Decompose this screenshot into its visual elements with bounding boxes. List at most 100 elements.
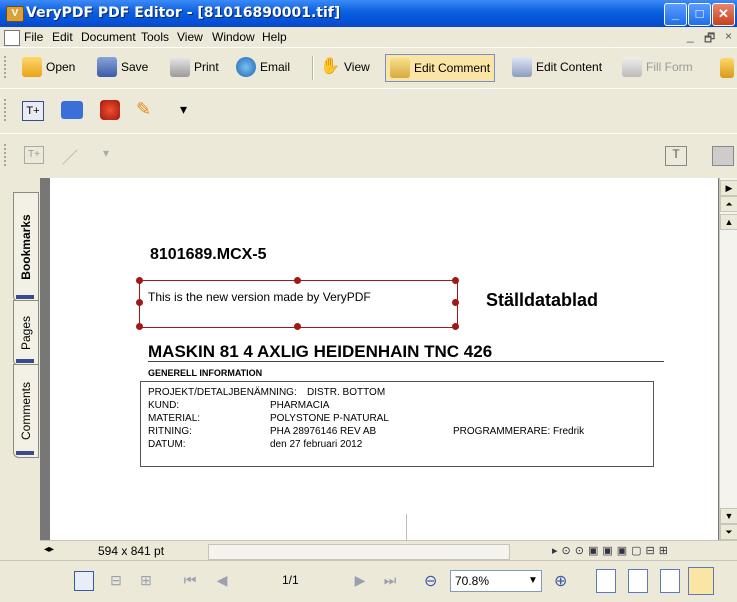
- pencil-icon[interactable]: ✎: [136, 99, 160, 121]
- scroll-down-button[interactable]: ▼: [720, 508, 737, 524]
- text-box-icon[interactable]: T+: [22, 101, 44, 121]
- row-value: PHARMACIA: [270, 400, 330, 411]
- cursor-edit-icon: [512, 57, 532, 77]
- text-field-icon[interactable]: T+: [24, 146, 44, 164]
- fit-page-icon[interactable]: [628, 569, 648, 593]
- mdi-minimize-button[interactable]: _: [687, 29, 694, 43]
- resize-arrows-icon[interactable]: ◂▸: [44, 544, 54, 555]
- chevron-down-icon[interactable]: ▼: [525, 571, 541, 591]
- tab-pages-label: Pages: [19, 315, 33, 351]
- menu-bar: File Edit Document Tools View Window Hel…: [0, 27, 737, 47]
- machine-title: MASKIN 81 4 AXLIG HEIDENHAIN TNC 426: [148, 342, 493, 361]
- resize-handle[interactable]: [294, 277, 301, 284]
- comment-edit-icon: [390, 58, 410, 78]
- menu-tools[interactable]: Tools: [141, 30, 169, 44]
- fit-visible-icon[interactable]: [688, 567, 714, 595]
- view-mode-icons[interactable]: ▸⊙⊙▣▣▣▢⊟⊞: [552, 544, 672, 557]
- resize-handle[interactable]: [452, 323, 459, 330]
- last-page-button[interactable]: ⏭: [380, 570, 400, 590]
- first-page-button[interactable]: ⏮: [180, 570, 200, 590]
- line-tool-icon[interactable]: ／: [62, 144, 78, 168]
- toolbar-grip[interactable]: [4, 144, 9, 166]
- resize-handle[interactable]: [136, 323, 143, 330]
- continuous-page-icon[interactable]: ⊟: [106, 570, 126, 590]
- snapshot-icon[interactable]: [712, 146, 734, 166]
- single-page-icon[interactable]: [74, 571, 94, 591]
- zoom-in-button[interactable]: ⊕: [554, 571, 567, 591]
- page-size-readout: 594 x 841 pt: [98, 544, 165, 558]
- mdi-close-button[interactable]: ×: [725, 29, 732, 43]
- resize-handle[interactable]: [294, 323, 301, 330]
- row-label: MATERIAL:: [148, 413, 201, 424]
- scroll-up-button[interactable]: ▲: [720, 214, 737, 230]
- view-button[interactable]: ✋ View: [320, 54, 370, 80]
- print-label: Print: [194, 60, 219, 74]
- toolbar-grip[interactable]: [4, 56, 9, 78]
- dropdown-arrow-icon[interactable]: ▾: [180, 101, 187, 118]
- print-button[interactable]: Print: [170, 54, 219, 80]
- vertical-scrollbar[interactable]: [719, 178, 737, 540]
- scroll-top-button[interactable]: ⏶: [720, 196, 737, 212]
- maximize-button[interactable]: □: [688, 3, 711, 26]
- edit-content-button[interactable]: Edit Content: [512, 54, 602, 80]
- close-button[interactable]: ✕: [712, 3, 735, 26]
- stamp-icon[interactable]: [100, 100, 120, 120]
- zoom-out-button[interactable]: ⊖: [424, 571, 437, 591]
- overflow-tool-icon[interactable]: [720, 58, 734, 78]
- tab-comments[interactable]: Comments: [13, 364, 39, 458]
- zoom-value: 70.8%: [455, 574, 490, 588]
- window-title: VeryPDF PDF Editor - [81016890001.tif]: [26, 5, 341, 21]
- pdf-page[interactable]: 8101689.MCX-5 This is the new version ma…: [50, 178, 718, 540]
- horizontal-scrollbar[interactable]: [208, 544, 510, 560]
- text-select-icon[interactable]: T: [665, 146, 687, 166]
- resize-handle[interactable]: [136, 299, 143, 306]
- toolbar-grip[interactable]: [4, 99, 9, 121]
- menu-document[interactable]: Document: [81, 30, 136, 44]
- annotation-toolbar: T+ ✎ ▾: [0, 88, 737, 134]
- menu-help[interactable]: Help: [262, 30, 287, 44]
- facing-pages-icon[interactable]: ⊞: [136, 570, 156, 590]
- resize-handle[interactable]: [452, 299, 459, 306]
- save-button[interactable]: Save: [97, 54, 148, 80]
- main-toolbar: Open Save Print Email ✋ View Edit Commen…: [0, 47, 737, 89]
- tab-pages[interactable]: Pages: [13, 300, 39, 366]
- scroll-bottom-button[interactable]: ⏷: [720, 524, 737, 540]
- section-title: GENERELL INFORMATION: [148, 368, 263, 378]
- row-value: PHA 28976146 REV AB: [270, 426, 377, 437]
- title-bar: V VeryPDF PDF Editor - [81016890001.tif]…: [0, 0, 737, 27]
- open-button[interactable]: Open: [22, 54, 75, 80]
- tab-bookmarks[interactable]: Bookmarks: [13, 192, 39, 302]
- zoom-select[interactable]: 70.8% ▼: [450, 570, 542, 592]
- fill-form-button[interactable]: Fill Form: [622, 54, 693, 80]
- email-label: Email: [260, 60, 291, 74]
- edit-content-label: Edit Content: [536, 60, 603, 74]
- dropdown-arrow-icon[interactable]: ▾: [103, 146, 109, 160]
- row-value: POLYSTONE P-NATURAL: [270, 413, 389, 424]
- edit-comment-label: Edit Comment: [414, 61, 491, 75]
- save-label: Save: [121, 60, 149, 74]
- row-value: den 27 februari 2012: [270, 439, 363, 450]
- floppy-disk-icon: [97, 57, 117, 77]
- annotation-text[interactable]: This is the new version made by VeryPDF: [148, 290, 371, 304]
- next-page-button[interactable]: ▶: [350, 570, 370, 590]
- shapes-toolbar: T+ ／ ▾ T: [0, 133, 737, 179]
- tab-bookmarks-label: Bookmarks: [19, 214, 33, 280]
- resize-handle[interactable]: [136, 277, 143, 284]
- email-button[interactable]: Email: [236, 54, 290, 80]
- actual-size-icon[interactable]: [596, 569, 616, 593]
- note-comment-icon[interactable]: [61, 101, 83, 119]
- previous-page-button[interactable]: ◀: [212, 570, 232, 590]
- menu-window[interactable]: Window: [212, 30, 255, 44]
- menu-file[interactable]: File: [24, 30, 43, 44]
- resize-handle[interactable]: [452, 277, 459, 284]
- minimize-button[interactable]: _: [664, 3, 687, 26]
- scroll-page-up-button[interactable]: ▶: [720, 180, 737, 196]
- menu-edit[interactable]: Edit: [52, 30, 73, 44]
- page-indicator[interactable]: 1/1: [282, 573, 299, 587]
- menu-view[interactable]: View: [177, 30, 203, 44]
- row-value: DISTR. BOTTOM: [307, 387, 386, 398]
- fit-width-icon[interactable]: [660, 569, 680, 593]
- row-label: RITNING:: [148, 426, 192, 437]
- text-annotation-box[interactable]: [139, 280, 458, 328]
- edit-comment-button[interactable]: Edit Comment: [385, 54, 496, 82]
